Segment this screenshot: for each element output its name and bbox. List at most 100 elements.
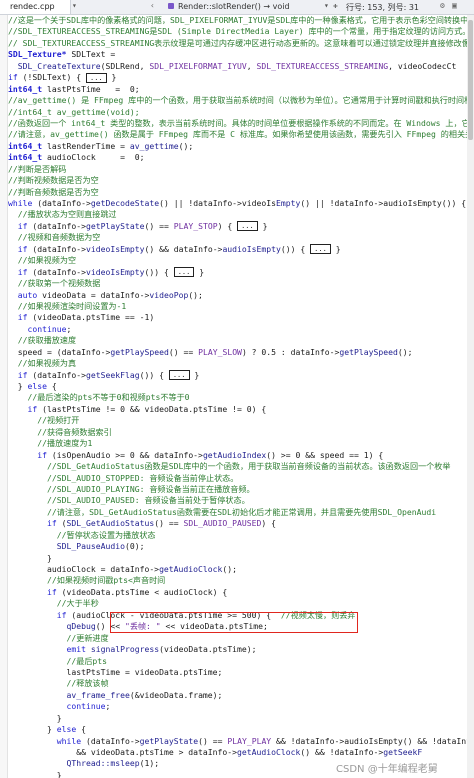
code-line[interactable]: //int64_t av_gettime(void); xyxy=(8,107,474,118)
code-line[interactable]: if (dataInfo->videoIsEmpty()) { ... } xyxy=(8,267,474,278)
sync-icon[interactable]: ✚ xyxy=(333,1,338,10)
code-token: //函数返回一个 int64_t 类型的整数，表示当前系统时间。具体的时间单位要… xyxy=(8,117,474,128)
code-line[interactable]: && videoData.ptsTime > dataInfo->getAudi… xyxy=(8,747,474,758)
code-line[interactable]: //av_gettime() 是 FFmpeg 库中的一个函数，用于获取当前系统… xyxy=(8,95,474,106)
code-line[interactable]: if (videoData.ptsTime == -1) xyxy=(8,312,474,323)
code-line[interactable]: if (dataInfo->videoIsEmpty() && dataInfo… xyxy=(8,244,474,255)
code-line[interactable]: //函数返回一个 int64_t 类型的整数，表示当前系统时间。具体的时间单位要… xyxy=(8,118,474,129)
code-token: if xyxy=(17,266,28,277)
code-line[interactable]: //SDL_AUDIO_PAUSED: 音频设备当前处于暂停状态。 xyxy=(8,495,474,506)
code-line[interactable]: //暂停状态设置为播放状态 xyxy=(8,530,474,541)
code-line[interactable]: if (videoData.ptsTime < audioClock) { xyxy=(8,587,474,598)
code-line[interactable]: //SDL_GetAudioStatus函数是SDL库中的一个函数，用于获取当前… xyxy=(8,461,474,472)
code-line[interactable]: } xyxy=(8,713,474,724)
code-line[interactable]: //SDL_AUDIO_PLAYING: 音频设备当前正在播放音频。 xyxy=(8,484,474,495)
code-line[interactable]: int64_t audioClock = 0; xyxy=(8,152,474,163)
collapsed-block-button[interactable]: ... xyxy=(85,72,107,83)
code-line[interactable]: //判断是否解码 xyxy=(8,164,474,175)
code-line[interactable]: //请注意，SDL_GetAudioStatus函数需要在SDL初始化后才能正常… xyxy=(8,507,474,518)
code-line[interactable]: if (dataInfo->getSeekFlag()) { ... } xyxy=(8,370,474,381)
code-line[interactable]: SDL_CreateTexture(SDLRend, SDL_PIXELFORM… xyxy=(8,61,474,72)
code-line[interactable]: //SDL_TEXTUREACCESS_STREAMING是SDL (Simpl… xyxy=(8,26,474,37)
code-line[interactable]: continue; xyxy=(8,701,474,712)
code-token: //最后pts xyxy=(66,655,108,666)
collapsed-block-button[interactable]: ... xyxy=(237,221,258,232)
code-line[interactable]: //最后渲染的pts不等于0和视频pts不等于0 xyxy=(8,392,474,403)
code-token: emit xyxy=(66,644,86,655)
code-line[interactable]: //播放状态为空则直接跳过 xyxy=(8,209,474,220)
chevron-down-icon[interactable]: ▾ xyxy=(72,1,77,10)
code-line[interactable]: //最后pts xyxy=(8,656,474,667)
code-token: //视频和音频数据为空 xyxy=(17,232,101,243)
code-line[interactable]: emit signalProgress(videoData.ptsTime); xyxy=(8,644,474,655)
code-line[interactable]: if (isOpenAudio >= 0 && dataInfo->getAud… xyxy=(8,450,474,461)
code-line[interactable]: if (!SDLText) { ... } xyxy=(8,72,474,83)
code-line[interactable]: while (dataInfo->getDecodeState() || !da… xyxy=(8,198,474,209)
nav-back-icon[interactable]: ‹ xyxy=(150,1,155,10)
code-line[interactable]: // SDL_TEXTUREACCESS_STREAMING表示纹理是可通过内存… xyxy=(8,38,474,49)
code-line[interactable]: //SDL_AUDIO_STOPPED: 音频设备当前停止状态。 xyxy=(8,473,474,484)
code-line[interactable]: //如果视频渲染时间设置为-1 xyxy=(8,301,474,312)
code-line[interactable]: continue; xyxy=(8,324,474,335)
code-token: (dataInfo-> xyxy=(81,735,140,746)
file-tab[interactable]: rendec.cpp xyxy=(0,0,71,14)
code-line[interactable]: //视频和音频数据为空 xyxy=(8,232,474,243)
code-token: PLAY_PLAY xyxy=(227,735,272,746)
code-line[interactable]: //视频打开 xyxy=(8,415,474,426)
code-line[interactable]: //大于半秒 xyxy=(8,598,474,609)
code-line[interactable]: //判断音频数据是否为空 xyxy=(8,187,474,198)
code-line[interactable]: while (dataInfo->getPlayState() == PLAY_… xyxy=(8,736,474,747)
code-line[interactable]: int64_t lastRenderTime = av_gettime(); xyxy=(8,141,474,152)
code-line[interactable]: SDL_Texture* SDLText = xyxy=(8,49,474,60)
code-line[interactable]: //如果视频为空 xyxy=(8,255,474,266)
code-line[interactable]: //播放速度为1 xyxy=(8,438,474,449)
code-token: , xyxy=(246,60,257,71)
code-line[interactable]: int64_t lastPtsTime = 0; xyxy=(8,84,474,95)
scrollbar-thumb[interactable] xyxy=(468,20,473,140)
collapsed-block-button[interactable]: ... xyxy=(173,267,195,278)
code-line[interactable]: //获取播放速度 xyxy=(8,335,474,346)
code-line[interactable]: } else { xyxy=(8,724,474,735)
code-line[interactable]: SDL_PauseAudio(0); xyxy=(8,541,474,552)
code-line[interactable]: } else { xyxy=(8,381,474,392)
code-line[interactable]: audioClock = dataInfo->getAudioClock(); xyxy=(8,564,474,575)
code-line[interactable]: //如果视频时间戳pts<声音时间 xyxy=(8,575,474,586)
code-line[interactable]: lastPtsTime = videoData.ptsTime; xyxy=(8,667,474,678)
code-line[interactable]: //这是一个关于SDL库中的像素格式的问题，SDL_PIXELFORMAT_IY… xyxy=(8,15,474,26)
code-token: getPlaySpeed xyxy=(110,346,169,357)
code-line[interactable]: //释放该帧 xyxy=(8,678,474,689)
code-line[interactable]: av_frame_free(&videoData.frame); xyxy=(8,690,474,701)
function-scope-label[interactable]: Render::slotRender() → void xyxy=(178,2,290,11)
code-line[interactable]: //更新进度 xyxy=(8,633,474,644)
code-line[interactable]: if (dataInfo->getPlayState() == PLAY_STO… xyxy=(8,221,474,232)
code-line[interactable]: if (SDL_GetAudioStatus() == SDL_AUDIO_PA… xyxy=(8,518,474,529)
code-editor[interactable]: //这是一个关于SDL库中的像素格式的问题，SDL_PIXELFORMAT_IY… xyxy=(8,15,474,778)
collapsed-block-button[interactable]: ... xyxy=(310,244,331,255)
code-line[interactable]: //获取第一个视频数据 xyxy=(8,278,474,289)
settings-icon[interactable]: ⚙ xyxy=(440,1,445,10)
code-line[interactable]: //如果视频为真 xyxy=(8,358,474,369)
collapsed-block-button[interactable]: ... xyxy=(168,370,190,381)
code-line[interactable]: speed = (dataInfo->getPlaySpeed() == PLA… xyxy=(8,347,474,358)
code-line[interactable]: //请注意，av_gettime() 函数是属于 FFmpeg 库而不是 C 标… xyxy=(8,129,474,140)
code-line[interactable]: //获得音频数据索引 xyxy=(8,427,474,438)
code-line[interactable]: } xyxy=(8,553,474,564)
code-token: //判断是否解码 xyxy=(8,163,67,174)
code-line[interactable]: auto videoData = dataInfo->videoPop(); xyxy=(8,290,474,301)
code-line[interactable]: if (lastPtsTime != 0 && videoData.ptsTim… xyxy=(8,404,474,415)
chevron-down-icon[interactable]: ▾ xyxy=(324,1,329,10)
code-token: getSeekF xyxy=(383,747,423,757)
code-line[interactable]: //判断视频数据是否为空 xyxy=(8,175,474,186)
split-editor-icon[interactable]: ▣ xyxy=(452,1,457,10)
